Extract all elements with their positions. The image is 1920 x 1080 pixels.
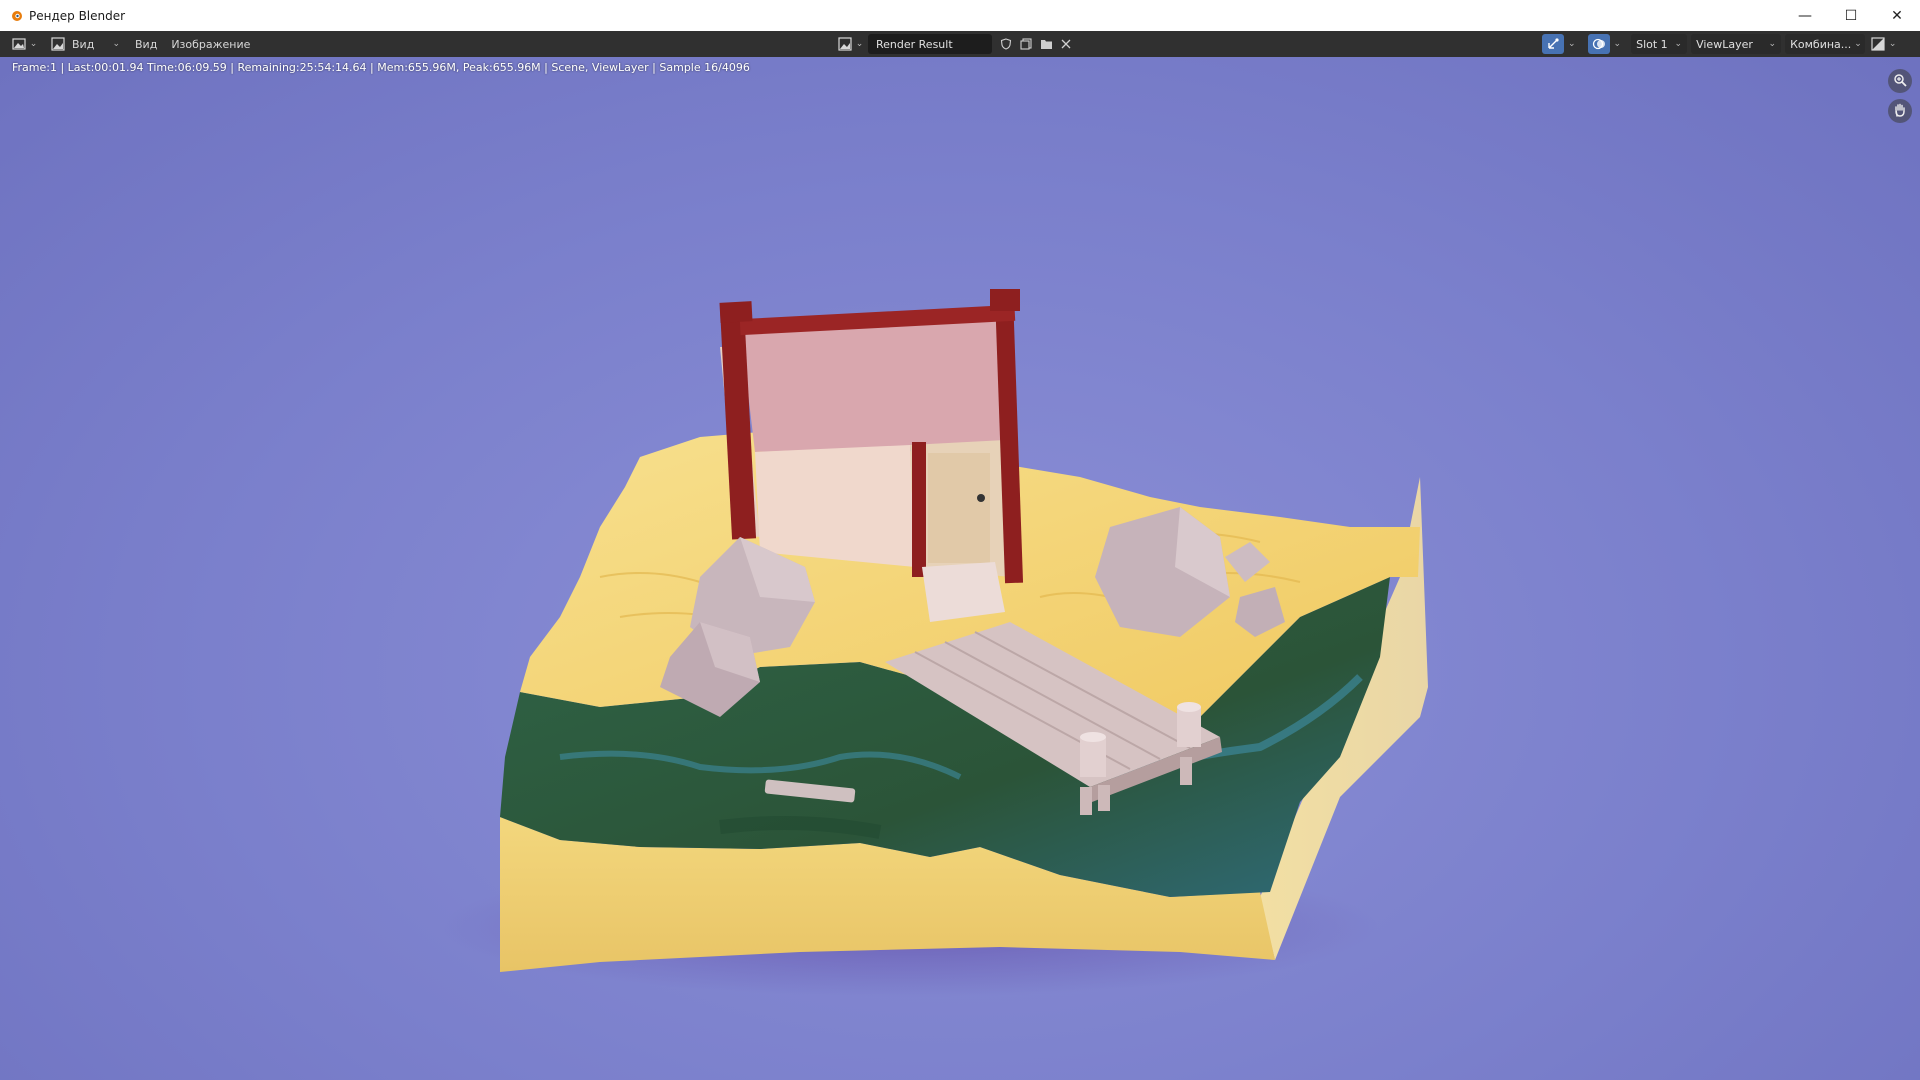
gizmo-dropdown-chevron[interactable]: ⌄ <box>1568 39 1576 49</box>
maximize-button[interactable]: ☐ <box>1828 0 1874 31</box>
overlay-icon <box>1591 36 1607 52</box>
image-editor-header: ⌄ Вид ⌄ Вид Изображение ⌄ Render Result <box>0 31 1920 57</box>
minimize-button[interactable]: — <box>1782 0 1828 31</box>
pan-view-button[interactable] <box>1888 99 1912 123</box>
slot-label: Slot 1 <box>1636 37 1668 51</box>
front-wall <box>755 445 915 567</box>
window-title: Рендер Blender <box>29 8 126 23</box>
image-browse-button[interactable]: ⌄ <box>836 34 864 54</box>
close-button[interactable]: ✕ <box>1874 0 1920 31</box>
menu-view[interactable]: Вид <box>128 34 164 54</box>
zoom-view-button[interactable] <box>1888 69 1912 93</box>
display-channels-dropdown[interactable]: ⌄ <box>1869 34 1897 54</box>
overlay-toggle[interactable] <box>1587 34 1610 54</box>
gizmo-icon <box>1545 36 1561 52</box>
image-editor-icon <box>11 36 27 52</box>
image-name-field[interactable]: Render Result <box>868 34 992 54</box>
close-icon <box>1058 36 1074 52</box>
zoom-icon <box>1893 72 1907 91</box>
folder-icon <box>1038 36 1054 52</box>
unlink-image-button[interactable] <box>1056 34 1076 54</box>
gizmo-toggle[interactable] <box>1542 34 1564 54</box>
header-right-controls: ⌄ ⌄ Slot 1 ⌄ ViewLayer ⌄ Комбина... ⌄ ⌄ <box>1542 34 1897 54</box>
render-pass-dropdown[interactable]: Комбина... ⌄ <box>1785 34 1866 54</box>
fake-user-button[interactable] <box>996 34 1016 54</box>
image-selector: ⌄ Render Result <box>836 34 1076 54</box>
hand-pan-icon <box>1893 102 1907 121</box>
view-layer-label: ViewLayer <box>1696 37 1753 51</box>
view-mode-dropdown[interactable]: Вид ⌄ <box>50 34 120 54</box>
blender-logo-icon <box>11 10 23 22</box>
render-viewport[interactable]: Frame:1 | Last:00:01.94 Time:06:09.59 | … <box>0 57 1920 1080</box>
view-layer-dropdown[interactable]: ViewLayer ⌄ <box>1691 34 1782 54</box>
dock-post <box>1080 737 1106 777</box>
window-titlebar: Рендер Blender — ☐ ✕ <box>0 0 1920 31</box>
new-image-button[interactable] <box>1016 34 1036 54</box>
shield-icon <box>998 36 1014 52</box>
display-channels-icon <box>1870 36 1886 52</box>
new-image-icon <box>1018 36 1034 52</box>
render-stats: Frame:1 | Last:00:01.94 Time:06:09.59 | … <box>12 61 750 74</box>
overlay-dropdown-chevron[interactable]: ⌄ <box>1614 39 1622 49</box>
slot-dropdown[interactable]: Slot 1 ⌄ <box>1631 34 1688 54</box>
editor-type-dropdown[interactable]: ⌄ <box>10 34 38 54</box>
render-pass-label: Комбина... <box>1790 37 1852 51</box>
image-browse-icon <box>837 36 853 52</box>
render-result-image <box>440 289 1428 997</box>
image-mode-icon <box>50 36 66 52</box>
menu-image[interactable]: Изображение <box>164 34 257 54</box>
mode-label: Вид <box>72 37 95 51</box>
dock-post <box>1177 707 1201 747</box>
doorstep <box>922 562 1005 622</box>
door-knob <box>977 494 985 502</box>
door[interactable] <box>928 453 990 563</box>
open-image-button[interactable] <box>1036 34 1056 54</box>
